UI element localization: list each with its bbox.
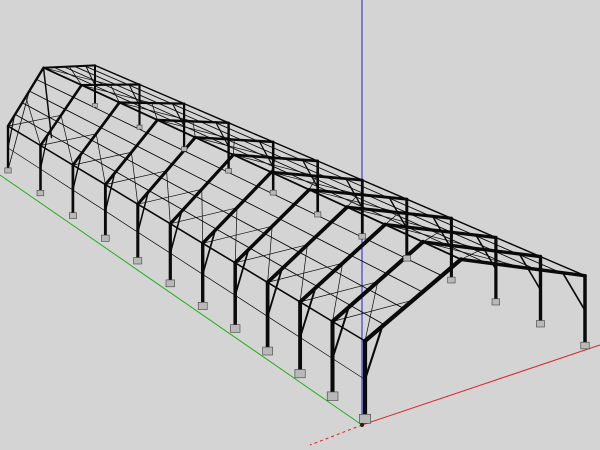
- purlin: [100, 127, 138, 147]
- purlin: [35, 78, 74, 98]
- roof-brace: [384, 224, 483, 250]
- purlin: [21, 102, 58, 122]
- purlin: [279, 218, 316, 238]
- steel-frame-structure[interactable]: [6, 64, 587, 421]
- footing: [69, 212, 77, 219]
- purlin: [136, 145, 173, 165]
- footing: [294, 369, 306, 379]
- footing: [92, 103, 98, 108]
- purlin: [350, 255, 388, 275]
- purlin: [229, 214, 266, 235]
- purlin: [243, 200, 281, 220]
- wall-girt: [332, 358, 366, 380]
- wall-girt: [299, 337, 333, 359]
- purlin: [94, 64, 140, 85]
- haunch-brace: [561, 271, 586, 312]
- purlin: [72, 164, 106, 186]
- wall-girt: [137, 231, 171, 254]
- roof-brace: [201, 188, 204, 244]
- roof-brace: [422, 241, 524, 268]
- purlin: [386, 273, 424, 293]
- purlin: [293, 203, 332, 223]
- purlin: [139, 84, 185, 105]
- footing: [262, 346, 273, 356]
- footing: [402, 255, 411, 262]
- x-axis-red-dashed: [309, 424, 363, 446]
- wall-girt: [267, 316, 301, 338]
- purlin: [207, 181, 245, 202]
- purlin: [195, 195, 231, 216]
- footing: [269, 189, 277, 196]
- roof-brace: [460, 248, 483, 260]
- purlin: [40, 145, 74, 166]
- sketchup-viewport[interactable]: [0, 0, 600, 450]
- x-axis-red: [361, 344, 600, 426]
- purlin: [91, 139, 127, 160]
- footing: [580, 341, 590, 350]
- footing: [447, 276, 456, 284]
- roof-brace: [422, 230, 441, 243]
- footing: [165, 279, 175, 288]
- footing: [536, 320, 545, 328]
- footing: [358, 233, 366, 240]
- end-wall-post: [42, 66, 53, 139]
- wall-girt: [234, 294, 268, 317]
- purlin: [56, 120, 92, 141]
- purlin: [314, 236, 352, 256]
- footing: [101, 234, 110, 242]
- purlin: [64, 108, 102, 129]
- purlin: [144, 102, 187, 122]
- 3d-model-canvas[interactable]: [0, 0, 600, 450]
- purlin: [104, 184, 139, 205]
- purlin: [183, 103, 230, 124]
- purlin: [72, 96, 111, 116]
- purlin: [183, 150, 222, 170]
- origin-icon: [360, 423, 364, 427]
- purlin: [81, 84, 120, 103]
- wall-girt: [105, 210, 139, 233]
- roof-brace: [95, 133, 106, 185]
- footing: [326, 391, 339, 401]
- wall-girt: [72, 189, 106, 212]
- footing: [359, 413, 371, 424]
- purlin: [146, 132, 185, 152]
- footing: [225, 168, 232, 174]
- wall-girt: [169, 252, 204, 275]
- footing: [136, 124, 143, 130]
- purlin: [63, 66, 106, 86]
- wall-girt: [40, 168, 74, 191]
- roof-brace: [60, 114, 74, 166]
- purlin: [332, 321, 366, 342]
- footing: [230, 324, 241, 333]
- footing: [181, 146, 188, 152]
- purlin: [160, 177, 196, 197]
- purlin: [84, 65, 129, 86]
- purlin: [127, 84, 172, 104]
- roof-brace: [7, 114, 62, 127]
- footing: [133, 257, 143, 265]
- footing: [4, 167, 12, 174]
- footing: [197, 301, 208, 310]
- footing: [314, 211, 322, 218]
- wall-girt: [202, 273, 236, 296]
- purlin: [333, 270, 370, 291]
- purlin: [367, 239, 406, 259]
- purlin: [125, 158, 162, 178]
- purlin: [171, 163, 209, 183]
- purlin: [109, 114, 148, 134]
- footing: [36, 190, 45, 197]
- purlin: [157, 102, 201, 123]
- footing: [491, 298, 500, 306]
